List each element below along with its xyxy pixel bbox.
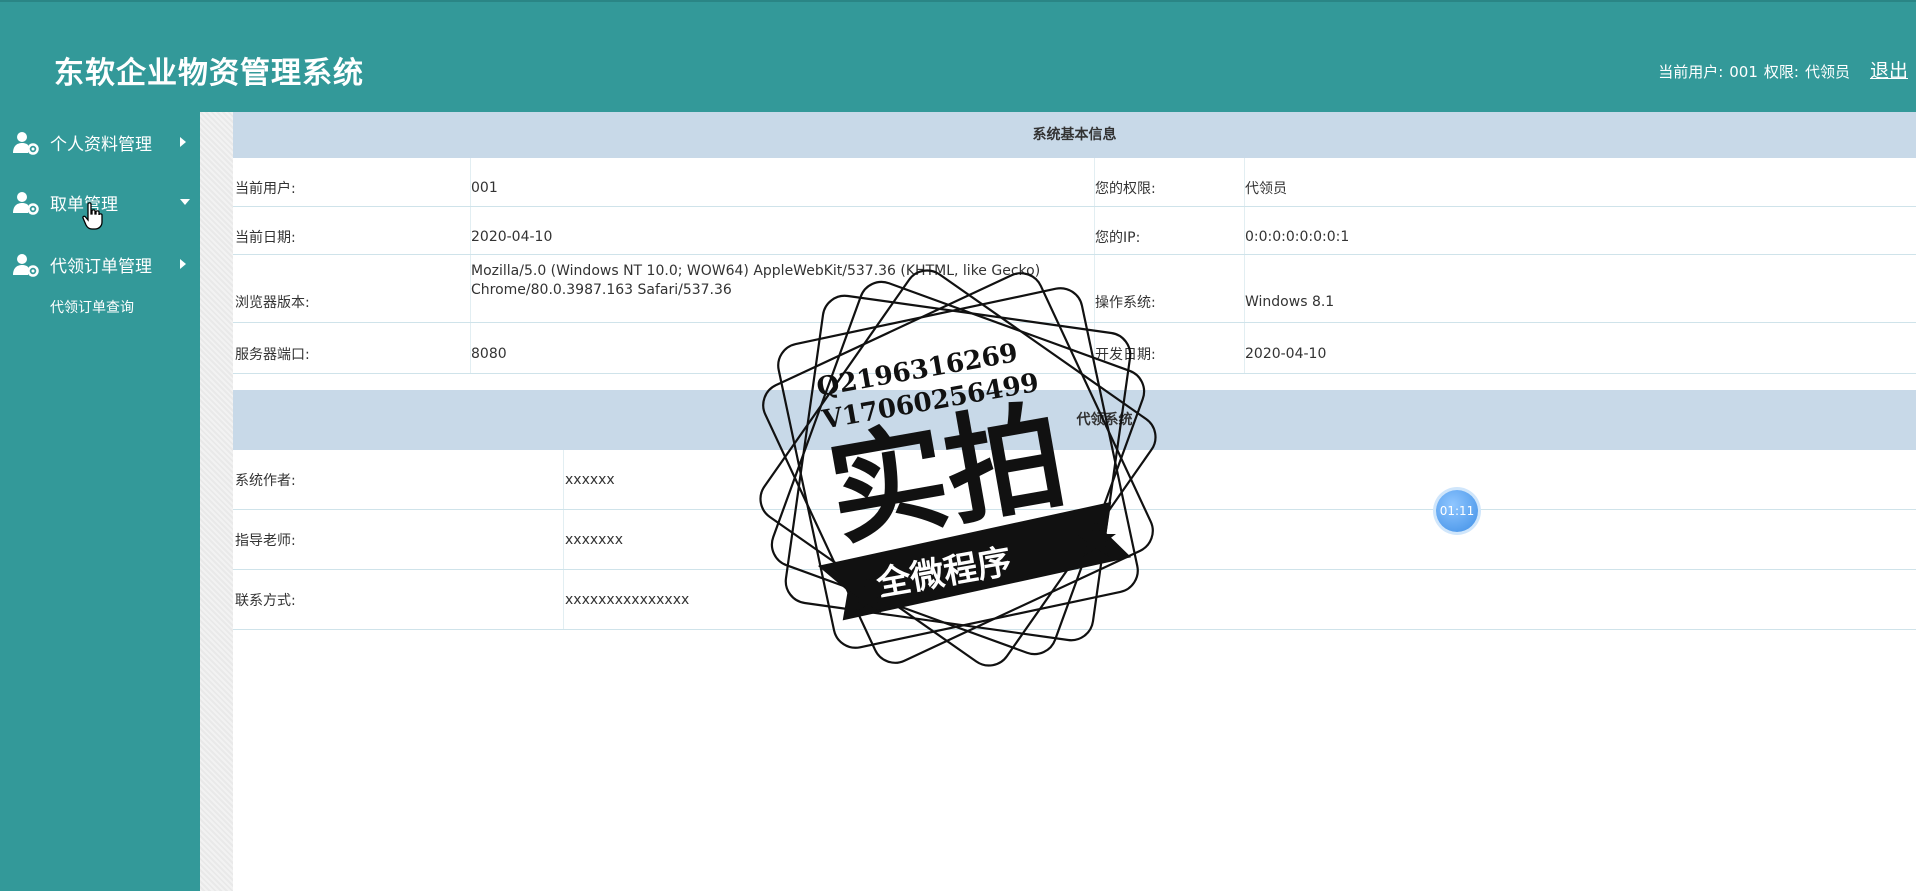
app-title: 东软企业物资管理系统 [54,56,364,91]
table-row: 当前用户: 001 您的权限: 代领员 [233,158,1916,207]
chevron-right-icon [180,259,186,269]
info-value: Windows 8.1 [1245,293,1335,310]
sidebar-item-profile[interactable]: 个人资料管理 [0,122,200,162]
chevron-down-icon [180,199,190,205]
info-label: 您的权限: [1095,181,1156,197]
info-label: 联系方式: [235,592,296,609]
info-value: 001 [471,180,498,196]
info-label: 浏览器版本: [235,294,310,311]
sidebar-item-proxy-orders[interactable]: 代领订单管理 [0,244,200,284]
info-label: 系统作者: [235,472,296,489]
hand-cursor-icon [82,202,103,230]
content-gutter [200,112,233,891]
current-user-label: 当前用户: [1658,63,1724,81]
info-value: 0:0:0:0:0:0:0:1 [1245,228,1350,245]
current-user-value: 001 [1729,63,1758,81]
user-gear-icon [13,254,39,277]
logout-link[interactable]: 退出 [1870,56,1908,83]
info-label: 您的IP: [1095,229,1141,246]
info-label: 当前日期: [235,229,296,246]
info-value: 2020-04-10 [471,228,553,245]
role-label: 权限: [1763,63,1799,81]
table-row: 当前日期: 2020-04-10 您的IP: 0:0:0:0:0:0:0:1 [233,207,1916,255]
sidebar-item-label: 个人资料管理 [50,134,152,155]
system-info-header: 系统基本信息 [233,112,1916,158]
info-value: 代领员 [1245,181,1287,197]
user-gear-icon [13,192,39,215]
info-label: 当前用户: [235,181,296,197]
sidebar-item-label: 代领订单管理 [50,256,152,277]
chevron-right-icon [180,137,186,147]
info-label: 服务器端口: [235,347,310,363]
timer-badge: 01:11 [1436,490,1478,532]
top-header: 东软企业物资管理系统 当前用户: 001 权限: 代领员 退出 [0,0,1916,112]
user-gear-icon [13,132,39,155]
info-label: 指导老师: [235,532,296,549]
role-value: 代领员 [1804,63,1850,81]
sidebar-subitem-proxy-order-query[interactable]: 代领订单查询 [50,297,134,317]
watermark-stamp: Q2196316269 V17060256499 实拍 全微程序 [759,269,1157,667]
info-value: 2020-04-10 [1245,346,1327,362]
user-info: 当前用户: 001 权限: 代领员 退出 [1658,56,1908,83]
